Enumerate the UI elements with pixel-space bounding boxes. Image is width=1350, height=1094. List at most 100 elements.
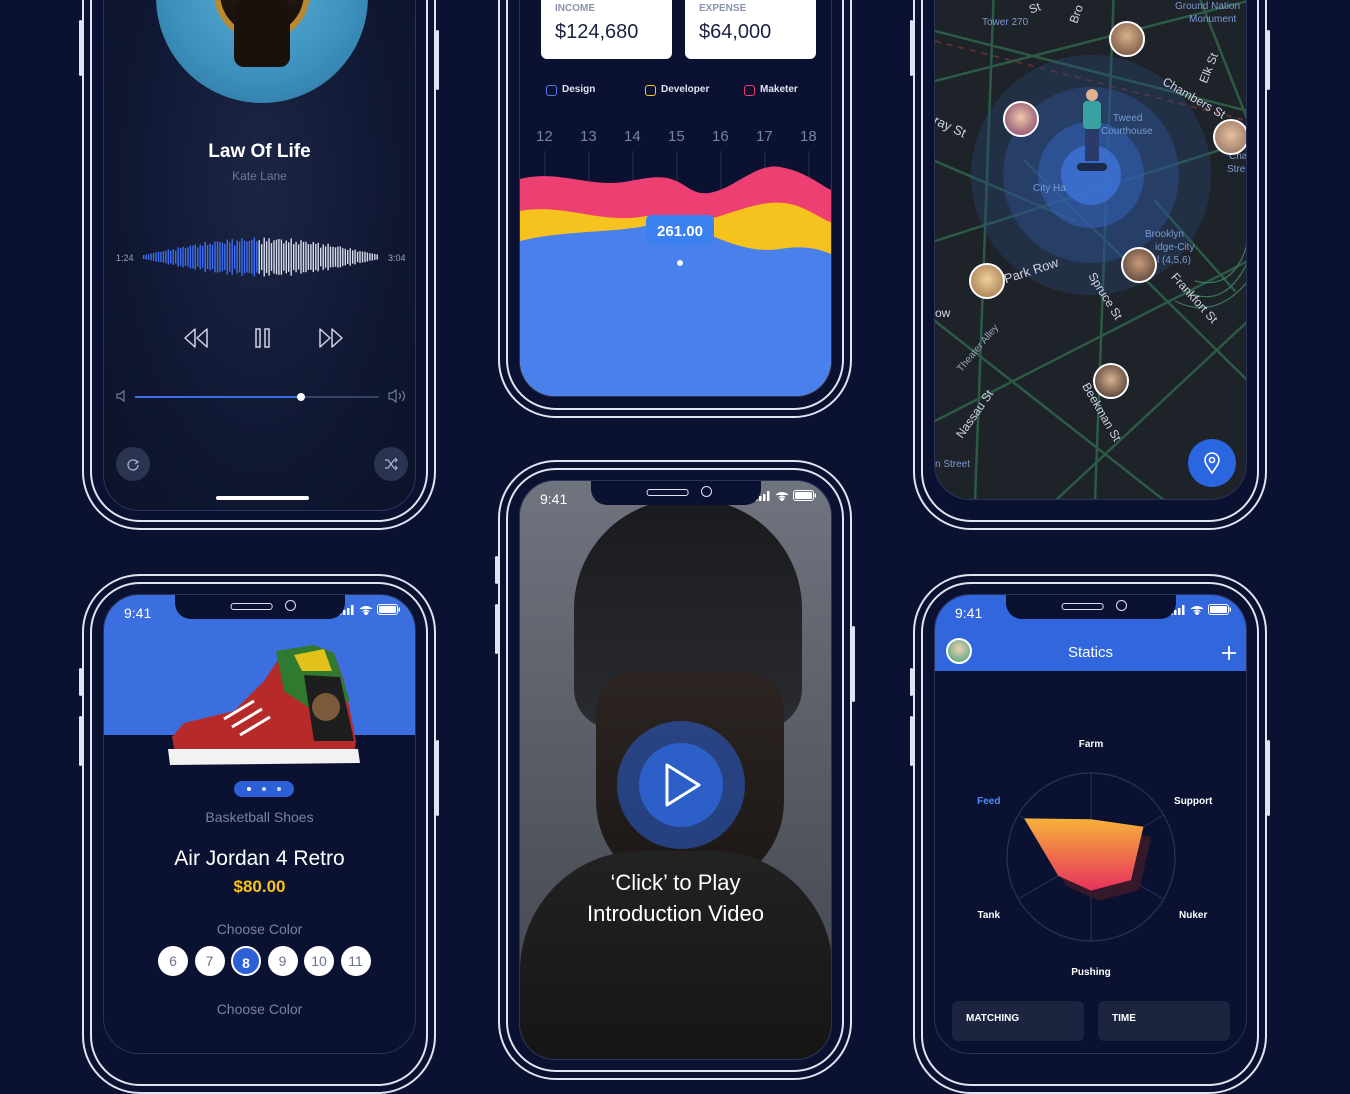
waveform-bar — [214, 241, 216, 273]
size-option-6[interactable]: 6 — [158, 946, 188, 976]
income-value: $124,680 — [555, 21, 639, 43]
map-label: l (4,5,6) — [1157, 255, 1191, 266]
video-caption-line1: ‘Click’ to Play — [610, 870, 741, 895]
waveform-bar — [371, 253, 373, 261]
income-card[interactable]: INCOME $124,680 — [541, 0, 672, 59]
notch — [590, 481, 761, 505]
expense-card[interactable]: EXPENSE $64,000 — [685, 0, 816, 59]
wifi-icon — [775, 491, 789, 501]
waveform-bar — [265, 241, 268, 273]
waveform-bar — [219, 242, 221, 273]
tab-matching[interactable]: MATCHING — [952, 1001, 1084, 1041]
carousel-dots[interactable] — [234, 781, 294, 797]
legend: Design Developer Maketer — [546, 84, 831, 100]
fast-forward-icon[interactable] — [318, 327, 344, 349]
waveform-bar — [182, 246, 184, 268]
waveform-bar — [216, 241, 219, 273]
radar-axis-label: Farm — [1079, 739, 1104, 750]
carousel-dot[interactable] — [277, 787, 281, 791]
size-option-8[interactable]: 8 — [231, 946, 261, 976]
pause-icon[interactable] — [254, 327, 272, 349]
day-label[interactable]: 12 — [536, 128, 553, 145]
waveform-bar — [349, 248, 351, 266]
waveform-bar — [155, 252, 157, 262]
map-label: idge-City — [1155, 242, 1195, 253]
volume-track[interactable] — [135, 393, 379, 401]
waveform-bar — [179, 248, 182, 266]
user-avatar[interactable] — [1109, 21, 1145, 57]
waveform-bar — [204, 241, 206, 273]
finance-screen: INCOME $124,680 EXPENSE $64,000 Design D… — [519, 0, 832, 397]
user-avatar[interactable] — [1213, 119, 1246, 155]
size-option-7[interactable]: 7 — [194, 946, 225, 976]
play-button[interactable] — [617, 721, 745, 849]
waveform-bar — [258, 240, 260, 274]
day-label[interactable]: 14 — [624, 128, 641, 145]
map-label: Frankfort St — [1168, 270, 1221, 326]
chart-point[interactable] — [676, 259, 684, 267]
map-label: Courthouse — [1101, 126, 1153, 137]
waveform-bar — [329, 246, 332, 268]
song-artist: Kate Lane — [232, 169, 287, 183]
waveform-bar — [226, 239, 228, 275]
day-label[interactable]: 17 — [756, 128, 773, 145]
waveform-bar — [253, 237, 255, 277]
video-caption-line2: Introduction Video — [587, 901, 764, 926]
waveform-bar — [295, 241, 297, 273]
map-label: Tweed — [1113, 113, 1143, 124]
shuffle-icon — [385, 457, 398, 471]
radar-axis-label: Nuker — [1179, 910, 1207, 921]
status-time: 9:41 — [955, 605, 983, 621]
waveform-bar — [221, 242, 224, 272]
waveform-bar — [202, 246, 204, 268]
legend-label: Developer — [661, 84, 710, 95]
location-button[interactable] — [1188, 439, 1236, 487]
waveform[interactable] — [141, 225, 381, 289]
waveform-bar — [342, 248, 344, 266]
volume-knob[interactable] — [296, 393, 305, 401]
map-label: Chambers St — [1160, 74, 1228, 122]
map-label: ow — [935, 306, 951, 320]
map-label: Park Row — [1002, 254, 1061, 287]
day-label[interactable]: 13 — [580, 128, 597, 145]
waveform-bar — [147, 254, 150, 260]
repeat-button[interactable] — [116, 447, 150, 481]
waveform-bar — [150, 253, 152, 261]
area-chart[interactable] — [520, 151, 832, 397]
waveform-bar — [192, 245, 194, 269]
waveform-bar — [206, 245, 209, 269]
user-avatar[interactable] — [969, 263, 1005, 299]
carousel-dot[interactable] — [247, 787, 251, 791]
size-option-11[interactable]: 11 — [340, 946, 371, 976]
size-option-9[interactable]: 9 — [267, 946, 298, 976]
day-label[interactable]: 15 — [668, 128, 685, 145]
day-axis: 12 13 14 15 16 17 18 — [520, 128, 831, 148]
waveform-bar — [334, 247, 337, 267]
waveform-bar — [344, 248, 346, 266]
radar-axis-label: Pushing — [1071, 967, 1110, 978]
tab-time[interactable]: TIME — [1098, 1001, 1230, 1041]
radar-chart[interactable]: Farm Support Nuker Pushing Tank Feed — [935, 707, 1247, 1007]
size-option-10[interactable]: 10 — [304, 946, 334, 976]
waveform-bar — [339, 246, 342, 268]
waveform-bar — [361, 251, 364, 263]
carousel-dot[interactable] — [262, 787, 266, 791]
user-avatar[interactable] — [1093, 363, 1129, 399]
waveform-bar — [268, 238, 270, 276]
battery-icon — [793, 490, 816, 501]
rewind-icon[interactable] — [183, 327, 209, 349]
waveform-bar — [248, 240, 251, 273]
user-avatar[interactable] — [1121, 247, 1157, 283]
add-icon[interactable] — [1221, 645, 1237, 661]
waveform-bar — [175, 250, 177, 264]
user-avatar[interactable] — [1003, 101, 1039, 137]
volume-high-icon — [388, 388, 406, 404]
waveform-bar — [369, 253, 371, 261]
music-screen: Law Of Life Kate Lane 1:24 3:04 — [103, 0, 416, 511]
shuffle-button[interactable] — [374, 447, 408, 481]
waveform-bar — [194, 244, 196, 270]
day-label[interactable]: 18 — [800, 128, 817, 145]
waveform-bar — [224, 243, 226, 271]
day-label[interactable]: 16 — [712, 128, 729, 145]
current-user-marker[interactable] — [1077, 89, 1107, 175]
